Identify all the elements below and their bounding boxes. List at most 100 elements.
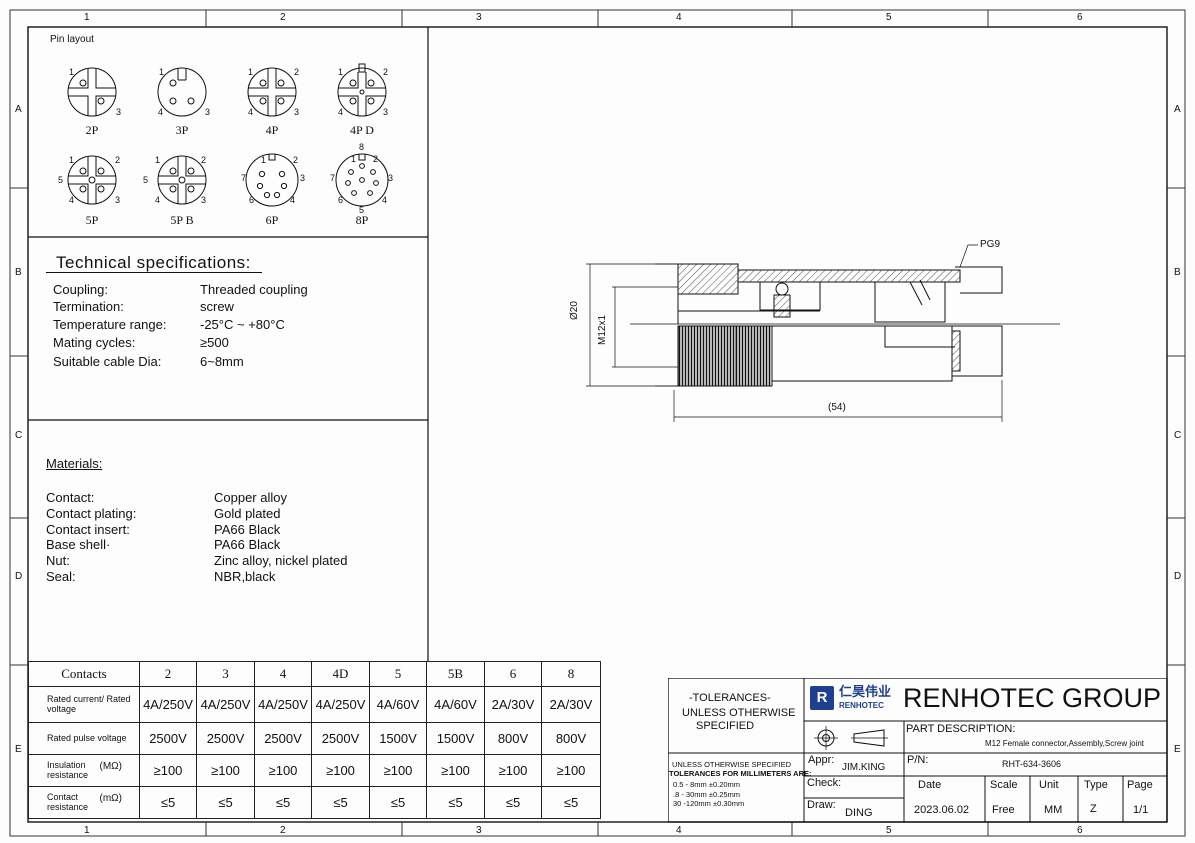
length-label: (54) (828, 402, 846, 413)
table-cell: ≤5 (311, 786, 370, 819)
table-cell: ≤5 (254, 786, 312, 819)
zone-col-5: 5 (886, 12, 892, 23)
zone-row-a: A (15, 104, 22, 115)
row-label-cell: Insulation resistance (MΩ) (28, 754, 140, 787)
material-key: Nut: (46, 553, 70, 568)
tolerances-title: -TOLERANCES- (689, 692, 771, 704)
tol-line-3: 30 -120mm ±0.30mm (673, 799, 745, 808)
spec-value: screw (200, 299, 234, 314)
row-label-cell: Contact resistance (mΩ) (28, 786, 140, 819)
zone-col-6-bottom: 6 (1077, 825, 1083, 836)
pin-num: 7 (330, 173, 336, 183)
zone-row-e: E (15, 744, 22, 755)
scale-value: Free (992, 804, 1015, 816)
pin-num: 2 (294, 67, 300, 77)
contacts-row-pulse: Rated pulse voltage 2500V 2500V 2500V 25… (28, 722, 601, 755)
pin-num: 3 (205, 107, 211, 117)
pin-num: 1 (159, 67, 165, 77)
page-label: Page (1127, 779, 1153, 791)
zone-col-3-bottom: 3 (476, 825, 482, 836)
contacts-col: 4 (254, 661, 312, 687)
pin-caption-5p: 5P (85, 213, 99, 227)
material-value: PA66 Black (214, 522, 281, 537)
tolerances-sub1: UNLESS OTHERWISE (682, 707, 796, 719)
table-cell: 1500V (369, 722, 427, 755)
zone-row-b-right: B (1174, 267, 1181, 278)
pin-caption-4p: 4P (265, 123, 279, 137)
pin-num: 8 (359, 142, 365, 152)
contacts-row-rated: Rated current/ Rated voltage 4A/250V 4A/… (28, 686, 601, 723)
pin-num: 1 (69, 67, 75, 77)
pin-face-8p (335, 153, 389, 207)
tol-line-1: 0.5 - 8mm ±0.20mm (673, 780, 741, 789)
zone-row-d: D (15, 571, 23, 582)
zone-col-5-bottom: 5 (886, 825, 892, 836)
contacts-col: 6 (484, 661, 542, 687)
part-desc-label: PART DESCRIPTION: (906, 723, 1016, 735)
zone-col-1: 1 (84, 12, 90, 23)
table-cell: ≥100 (196, 754, 255, 787)
pn-value: RHT-634-3606 (1002, 759, 1062, 769)
material-value: Zinc alloy, nickel plated (214, 553, 348, 568)
table-cell: ≥100 (369, 754, 427, 787)
zone-row-d-right: D (1174, 571, 1182, 582)
table-cell: ≥100 (484, 754, 542, 787)
table-cell: 2A/30V (484, 686, 542, 723)
material-value: Gold plated (214, 506, 281, 521)
pin-num: 6 (249, 195, 255, 205)
spec-value: ≥500 (200, 335, 229, 350)
spec-value: Threaded coupling (200, 282, 308, 297)
contacts-col: 2 (139, 661, 197, 687)
page-value: 1/1 (1133, 804, 1149, 816)
pin-caption-6p: 6P (265, 213, 279, 227)
table-cell: ≥100 (541, 754, 601, 787)
contacts-header-row: Contacts 2 3 4 4D 5 5B 6 8 (28, 661, 601, 687)
pin-num: 3 (116, 107, 122, 117)
pin-num: 2 (293, 155, 299, 165)
table-cell: ≤5 (369, 786, 427, 819)
pin-num: 1 (155, 155, 161, 165)
table-cell: 4A/250V (254, 686, 312, 723)
tol-note-2: TOLERANCES FOR MILLIMETERS ARE: (669, 769, 812, 778)
pin-num: 3 (388, 173, 394, 183)
zone-row-e-right: E (1174, 744, 1181, 755)
scale-label: Scale (990, 779, 1018, 791)
table-cell: ≤5 (139, 786, 197, 819)
table-cell: 2500V (254, 722, 312, 755)
table-cell: ≤5 (484, 786, 542, 819)
pin-face-5pb (157, 155, 207, 205)
draw-value: DING (845, 807, 873, 819)
pin-num: 2 (115, 155, 121, 165)
row-unit: (mΩ) (99, 792, 122, 804)
table-cell: ≤5 (426, 786, 485, 819)
pin-caption-5pb: 5P B (170, 213, 194, 227)
zone-col-2-bottom: 2 (280, 825, 286, 836)
table-cell: ≥100 (311, 754, 370, 787)
pin-caption-3p: 3P (175, 123, 189, 137)
dia-label: Ø20 (569, 301, 580, 320)
tech-specs-title: Technical specifications: (56, 253, 251, 272)
zone-col-3: 3 (476, 12, 482, 23)
spec-value: 6~8mm (200, 354, 244, 369)
pin-num: 1 (248, 67, 254, 77)
pin-num: 6 (338, 195, 344, 205)
pin-num: 4 (382, 195, 388, 205)
zone-row-b: B (15, 267, 22, 278)
pin-num: 1 (69, 155, 75, 165)
pin-face-5p (67, 155, 117, 205)
table-cell: 4A/250V (311, 686, 370, 723)
pin-caption-4pd: 4P D (350, 123, 374, 137)
pin-caption-8p: 8P (355, 213, 369, 227)
draw-label: Draw: (807, 799, 836, 811)
material-key: Contact insert: (46, 522, 130, 537)
contacts-col: 3 (196, 661, 255, 687)
date-value: 2023.06.02 (914, 804, 970, 816)
tech-specs-underline (46, 272, 262, 273)
pin-face-3p (157, 67, 207, 117)
pin-num: 2 (373, 154, 379, 164)
material-value: Copper alloy (214, 490, 287, 505)
pin-num: 1 (351, 154, 357, 164)
drawing-sheet: 1 2 3 4 5 6 1 2 3 4 5 6 A B C D E A B C … (0, 0, 1195, 843)
contacts-row-insulation: Insulation resistance (MΩ) ≥100 ≥100 ≥10… (28, 754, 601, 787)
material-key: Seal: (46, 569, 76, 584)
